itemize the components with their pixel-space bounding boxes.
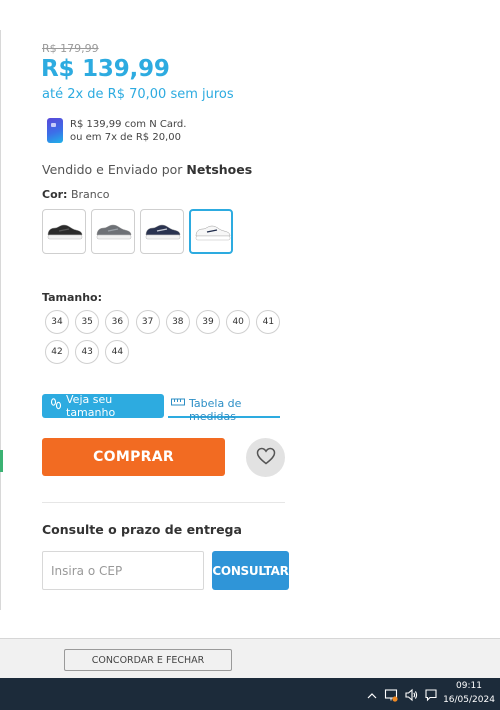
ruler-icon	[171, 397, 185, 410]
size-option-38[interactable]: 38	[165, 310, 190, 334]
size-label: Tamanho:	[42, 291, 103, 304]
cep-input[interactable]	[42, 551, 204, 590]
find-my-size-button[interactable]: Veja seu tamanho	[42, 393, 164, 419]
size-chart-label: Tabela de medidas	[189, 397, 242, 423]
delivery-title: Consulte o prazo de entrega	[42, 522, 242, 537]
seller-prefix: Vendido e Enviado por	[42, 162, 187, 177]
size-option-37[interactable]: 37	[135, 310, 160, 334]
size-option-40[interactable]: 40	[226, 310, 251, 334]
seller-info: Vendido e Enviado por Netshoes	[42, 162, 252, 177]
buy-button[interactable]: COMPRAR	[42, 438, 225, 476]
size-option-34[interactable]: 34	[45, 310, 69, 334]
color-selected-value: Branco	[70, 188, 110, 201]
size-option-42[interactable]: 42	[45, 340, 69, 364]
color-label: Cor: Branco	[42, 188, 110, 201]
size-chart-link[interactable]: Tabela de medidas	[168, 397, 280, 423]
color-swatch-branco[interactable]	[189, 209, 233, 254]
ncard-price-text: R$ 139,99 com N Card.	[70, 119, 187, 130]
size-option-44[interactable]: 44	[105, 340, 130, 364]
size-option-35[interactable]: 35	[75, 310, 100, 334]
sneaker-thumbnail	[195, 225, 231, 241]
clock-date[interactable]: 16/05/2024	[440, 695, 498, 705]
color-swatch-marinho[interactable]	[140, 209, 184, 254]
ncard-installments-text: ou em 7x de R$ 20,00	[70, 132, 181, 143]
color-label-title: Cor:	[42, 188, 68, 201]
chevron-up-icon[interactable]	[366, 687, 378, 706]
current-price: R$ 139,99	[41, 56, 170, 82]
cookie-bar: CONCORDAR E FECHAR	[0, 638, 500, 678]
notification-icon[interactable]	[424, 687, 438, 706]
footprints-icon	[50, 398, 62, 414]
network-icon[interactable]	[384, 687, 398, 706]
size-option-41[interactable]: 41	[256, 310, 281, 334]
ncard-icon	[47, 118, 63, 143]
size-option-39[interactable]: 39	[196, 310, 220, 334]
installments-text: até 2x de R$ 70,00 sem juros	[42, 87, 234, 102]
section-divider	[42, 502, 285, 503]
find-my-size-label: Veja seu tamanho	[66, 393, 116, 419]
left-panel-edge	[0, 30, 1, 610]
clock-time[interactable]: 09:11	[447, 681, 491, 691]
speaker-icon[interactable]	[404, 687, 418, 706]
size-option-43[interactable]: 43	[75, 340, 100, 364]
sneaker-thumbnail	[47, 224, 83, 240]
sneaker-thumbnail	[145, 224, 181, 240]
side-feedback-tab[interactable]	[0, 450, 3, 472]
size-option-36[interactable]: 36	[105, 310, 130, 334]
heart-icon	[256, 447, 276, 469]
seller-name: Netshoes	[186, 162, 253, 177]
color-swatch-cinza[interactable]	[91, 209, 135, 254]
taskbar: 09:11 16/05/2024	[0, 678, 500, 710]
sneaker-thumbnail	[96, 224, 132, 240]
old-price: R$ 179,99	[42, 42, 99, 55]
accept-cookies-button[interactable]: CONCORDAR E FECHAR	[64, 649, 232, 671]
color-swatch-preto[interactable]	[42, 209, 86, 254]
consult-button[interactable]: CONSULTAR	[212, 551, 289, 590]
favorite-button[interactable]	[246, 438, 285, 477]
